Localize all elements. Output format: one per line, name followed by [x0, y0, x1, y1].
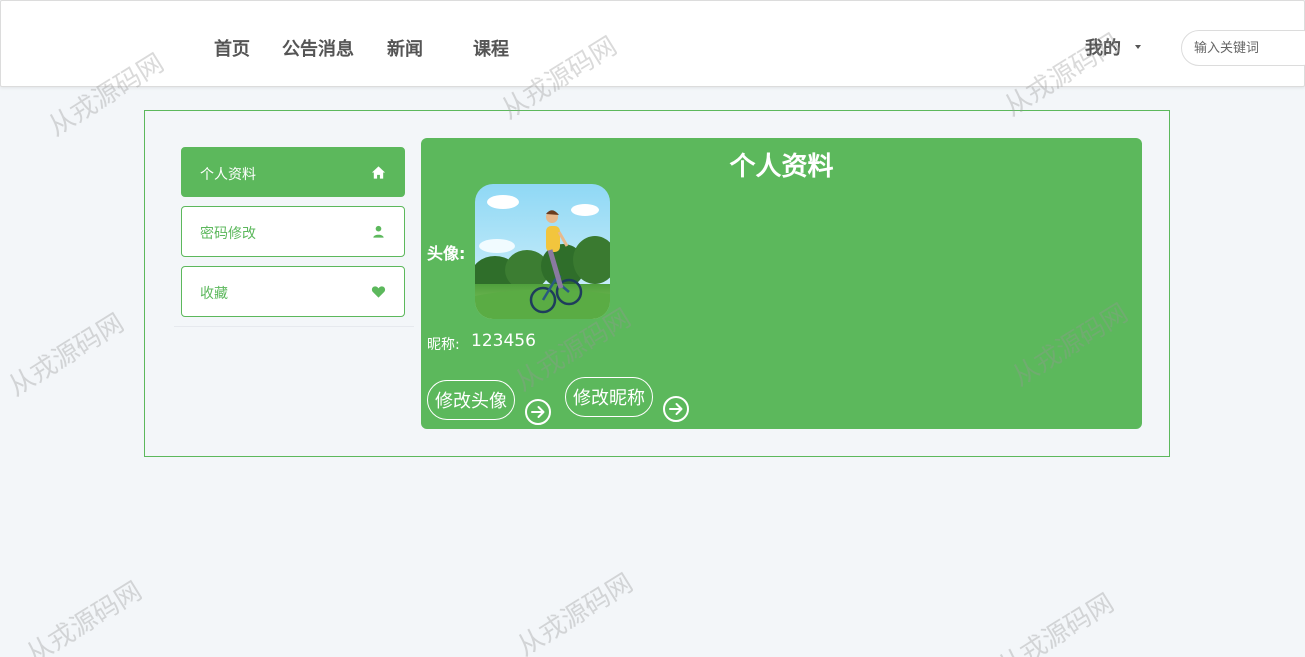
nickname-label: 昵称:: [427, 337, 460, 353]
arrow-right-icon[interactable]: [662, 395, 690, 423]
change-nickname-button[interactable]: 修改昵称: [565, 377, 653, 417]
arrow-right-icon[interactable]: [524, 398, 552, 426]
page-title: 个人资料: [729, 152, 834, 182]
watermark: 从戎源码网: [21, 576, 148, 657]
sidebar-item-favorites[interactable]: 收藏: [181, 266, 405, 317]
sidebar-item-password[interactable]: 密码修改: [181, 206, 405, 257]
watermark: 从戎源码网: [993, 588, 1120, 657]
avatar-label: 头像:: [427, 244, 466, 263]
avatar: [475, 184, 610, 319]
nav-announcements[interactable]: 公告消息: [282, 35, 354, 61]
home-icon: [371, 166, 386, 179]
heart-icon: [371, 286, 386, 298]
user-icon: [373, 225, 384, 238]
sidebar-item-label: 个人资料: [200, 167, 256, 183]
caret-down-icon[interactable]: [1135, 45, 1141, 49]
sidebar-item-label: 密码修改: [200, 226, 256, 242]
watermark: 从戎源码网: [512, 568, 639, 657]
sidebar-item-label: 收藏: [200, 286, 228, 302]
nickname-value: 123456: [471, 331, 536, 351]
sidebar-item-profile[interactable]: 个人资料: [181, 147, 405, 197]
search-input[interactable]: [1181, 30, 1305, 66]
nav-news[interactable]: 新闻: [387, 35, 423, 61]
watermark: 从戎源码网: [3, 308, 130, 403]
top-navbar: 首页 公告消息 新闻 课程 我的: [0, 0, 1305, 87]
nav-courses[interactable]: 课程: [473, 35, 509, 61]
profile-card: 个人资料 头像: 昵称: 123456 修改头像 修改昵称: [421, 138, 1142, 429]
mine-dropdown[interactable]: 我的: [1085, 34, 1121, 60]
change-avatar-button[interactable]: 修改头像: [427, 380, 515, 420]
nav-home[interactable]: 首页: [214, 35, 250, 61]
